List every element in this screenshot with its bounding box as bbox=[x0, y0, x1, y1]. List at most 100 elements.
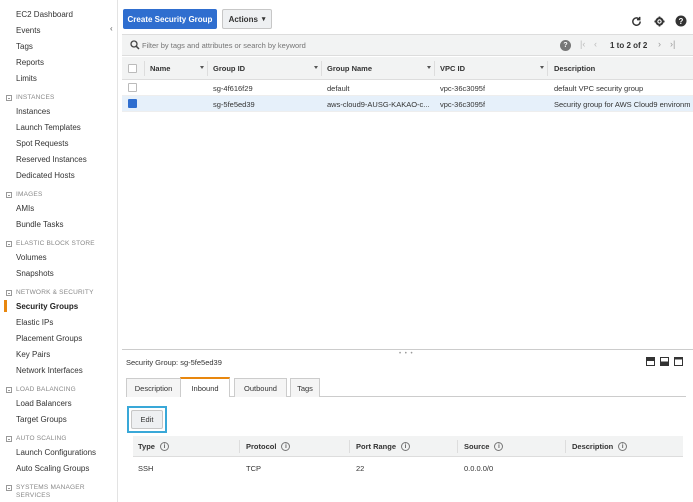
next-page-icon[interactable]: › bbox=[658, 39, 661, 49]
column-divider bbox=[144, 61, 145, 76]
sidebar-item-dedicated-hosts[interactable]: Dedicated Hosts bbox=[16, 171, 75, 180]
sidebar-section-instances[interactable]: INSTANCES bbox=[6, 94, 55, 101]
column-header-group-id[interactable]: Group ID bbox=[213, 64, 245, 73]
collapse-icon bbox=[6, 289, 12, 296]
tab-description[interactable]: Description bbox=[126, 378, 181, 397]
inbound-rules-table: Type i Protocol i Port Range i Source i Desc… bbox=[133, 436, 683, 477]
select-all-checkbox[interactable] bbox=[128, 64, 137, 73]
prev-page-icon[interactable]: ‹ bbox=[594, 39, 597, 49]
inbound-rule-row: SSH TCP 22 0.0.0.0/0 bbox=[133, 457, 683, 477]
actions-dropdown[interactable]: Actions ▾ bbox=[222, 9, 272, 29]
sidebar-item-amis[interactable]: AMIs bbox=[16, 204, 34, 213]
sidebar-section-images[interactable]: IMAGES bbox=[6, 191, 42, 198]
info-icon[interactable]: i bbox=[159, 442, 169, 451]
refresh-icon[interactable] bbox=[630, 15, 642, 27]
cell-group-name: aws-cloud9-AUSG-KAKAO-c... bbox=[327, 100, 430, 109]
sidebar-item-bundle-tasks[interactable]: Bundle Tasks bbox=[16, 220, 63, 229]
toolbar: Create Security Group Actions ▾ ? bbox=[118, 0, 693, 34]
row-checkbox[interactable] bbox=[128, 83, 137, 92]
sidebar-section-ebs[interactable]: ELASTIC BLOCK STORE bbox=[6, 240, 95, 247]
chevron-left-icon[interactable]: ‹ bbox=[110, 24, 113, 33]
column-header-source: Source i bbox=[464, 442, 504, 451]
sidebar-item-auto-scaling-groups[interactable]: Auto Scaling Groups bbox=[16, 464, 89, 473]
sidebar-section-auto-scaling[interactable]: AUTO SCALING bbox=[6, 435, 67, 442]
collapse-icon bbox=[6, 435, 12, 442]
row-checkbox-checked[interactable] bbox=[128, 99, 137, 108]
detail-tabs: Description Inbound Outbound Tags bbox=[126, 377, 686, 397]
edit-highlight: Edit bbox=[127, 406, 167, 433]
security-groups-table: Name Group ID Group Name VPC ID Descript… bbox=[122, 57, 693, 112]
pagination-text: 1 to 2 of 2 bbox=[610, 41, 648, 50]
detail-title: Security Group: sg-5fe5ed39 bbox=[126, 358, 222, 367]
sidebar-section-network-security[interactable]: NETWORK & SECURITY bbox=[6, 289, 94, 296]
cell-description: default VPC security group bbox=[554, 84, 644, 93]
cell-vpc-id: vpc-36c3095f bbox=[440, 84, 486, 93]
sort-icon[interactable] bbox=[427, 66, 431, 69]
sidebar-item-limits[interactable]: Limits bbox=[16, 74, 37, 83]
column-header-name[interactable]: Name bbox=[150, 64, 170, 73]
sidebar-item-launch-configurations[interactable]: Launch Configurations bbox=[16, 448, 96, 457]
sidebar-section-load-balancing[interactable]: LOAD BALANCING bbox=[6, 386, 76, 393]
sidebar-item-events[interactable]: Events bbox=[16, 26, 40, 35]
rule-source: 0.0.0.0/0 bbox=[464, 464, 494, 473]
sidebar-item-instances[interactable]: Instances bbox=[16, 107, 50, 116]
sidebar-item-network-interfaces[interactable]: Network Interfaces bbox=[16, 366, 83, 375]
sidebar: ‹ EC2 Dashboard Events Tags Reports Limi… bbox=[0, 0, 118, 502]
info-icon[interactable]: i bbox=[618, 442, 628, 451]
layout-full-icon[interactable] bbox=[674, 357, 683, 366]
sidebar-item-reserved-instances[interactable]: Reserved Instances bbox=[16, 155, 87, 164]
sidebar-section-systems-manager[interactable]: SYSTEMS MANAGER SERVICES bbox=[6, 484, 106, 500]
cell-group-id: sg-5fe5ed39 bbox=[213, 100, 255, 109]
column-divider bbox=[565, 440, 566, 453]
sidebar-item-tags[interactable]: Tags bbox=[16, 42, 33, 51]
create-security-group-button[interactable]: Create Security Group bbox=[123, 9, 217, 29]
tab-inbound[interactable]: Inbound bbox=[180, 377, 230, 397]
chevron-down-icon: ▾ bbox=[261, 16, 266, 23]
tab-tags[interactable]: Tags bbox=[290, 378, 320, 397]
column-header-description[interactable]: Description bbox=[554, 64, 595, 73]
first-page-icon[interactable]: |‹ bbox=[580, 39, 585, 49]
sidebar-item-reports[interactable]: Reports bbox=[16, 58, 44, 67]
column-header-vpc-id[interactable]: VPC ID bbox=[440, 64, 465, 73]
sidebar-item-key-pairs[interactable]: Key Pairs bbox=[16, 350, 50, 359]
rule-type: SSH bbox=[138, 464, 154, 473]
collapse-icon bbox=[6, 240, 12, 247]
sidebar-item-volumes[interactable]: Volumes bbox=[16, 253, 47, 262]
column-divider bbox=[547, 61, 548, 76]
sidebar-item-security-groups[interactable]: Security Groups bbox=[3, 300, 78, 312]
info-icon[interactable]: i bbox=[281, 442, 291, 451]
sidebar-item-load-balancers[interactable]: Load Balancers bbox=[16, 399, 72, 408]
column-header-group-name[interactable]: Group Name bbox=[327, 64, 372, 73]
layout-bottom-icon[interactable] bbox=[660, 357, 669, 366]
tab-outbound[interactable]: Outbound bbox=[234, 378, 287, 397]
gear-icon[interactable] bbox=[653, 15, 665, 27]
last-page-icon[interactable]: ›| bbox=[670, 39, 675, 49]
sort-icon[interactable] bbox=[314, 66, 318, 69]
sidebar-item-placement-groups[interactable]: Placement Groups bbox=[16, 334, 82, 343]
edit-button[interactable]: Edit bbox=[131, 410, 163, 429]
search-icon bbox=[130, 40, 140, 52]
sidebar-item-elastic-ips[interactable]: Elastic IPs bbox=[16, 318, 53, 327]
help-circle-icon[interactable]: ? bbox=[675, 15, 687, 27]
detail-pane: • • • Security Group: sg-5fe5ed39 Descri… bbox=[122, 349, 693, 502]
sidebar-item-target-groups[interactable]: Target Groups bbox=[16, 415, 67, 424]
filter-help-icon[interactable]: ? bbox=[560, 40, 571, 51]
table-row-selected[interactable]: sg-5fe5ed39 aws-cloud9-AUSG-KAKAO-c... v… bbox=[122, 96, 693, 112]
sidebar-item-snapshots[interactable]: Snapshots bbox=[16, 269, 54, 278]
filter-search-input[interactable] bbox=[142, 39, 562, 52]
resize-handle[interactable]: • • • bbox=[399, 351, 414, 357]
sort-icon[interactable] bbox=[200, 66, 204, 69]
layout-split-icon[interactable] bbox=[646, 357, 655, 366]
sidebar-item-spot-requests[interactable]: Spot Requests bbox=[16, 139, 68, 148]
svg-text:?: ? bbox=[679, 17, 684, 26]
sidebar-item-ec2-dashboard[interactable]: EC2 Dashboard bbox=[16, 10, 73, 19]
info-icon[interactable]: i bbox=[494, 442, 504, 451]
table-row[interactable]: sg-4f616f29 default vpc-36c3095f default… bbox=[122, 80, 693, 96]
info-icon[interactable]: i bbox=[401, 442, 411, 451]
sort-icon[interactable] bbox=[540, 66, 544, 69]
column-divider bbox=[321, 61, 322, 76]
column-header-type: Type i bbox=[138, 442, 169, 451]
column-divider bbox=[457, 440, 458, 453]
sidebar-item-launch-templates[interactable]: Launch Templates bbox=[16, 123, 81, 132]
rule-protocol: TCP bbox=[246, 464, 261, 473]
